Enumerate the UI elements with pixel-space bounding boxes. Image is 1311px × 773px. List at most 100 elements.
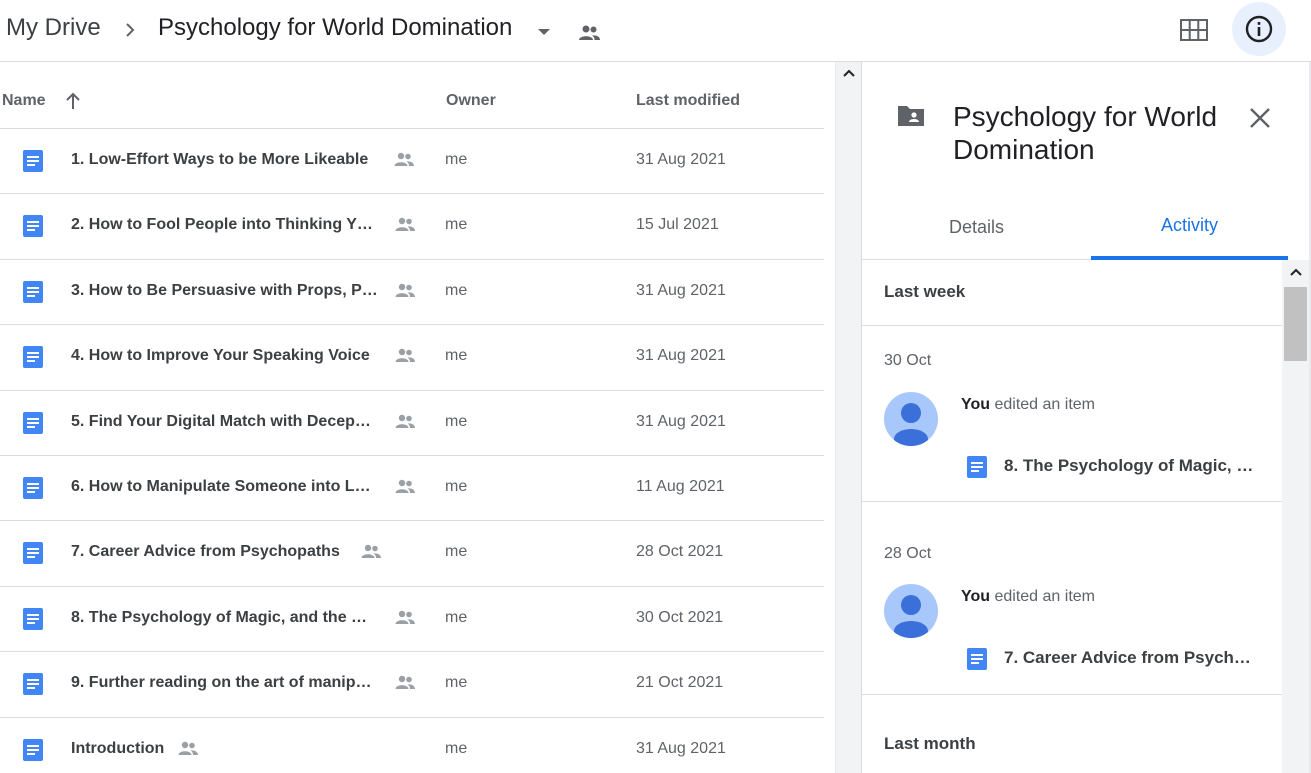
activity-scrollbar[interactable] [1282,260,1309,773]
file-last-modified: 31 Aug 2021 [636,281,726,299]
panel-title: Psychology for World Domination [953,101,1218,165]
scroll-up-icon[interactable] [841,66,857,82]
divider [862,501,1283,502]
chevron-right-icon [126,23,135,37]
file-owner: me [445,216,468,234]
file-last-modified: 31 Aug 2021 [636,739,726,757]
file-name[interactable]: Introduction [71,740,164,758]
section-header-last-week: Last week [884,282,966,301]
file-last-modified: 31 Aug 2021 [636,412,726,430]
table-row[interactable]: 1. Low-Effort Ways to be More Likeable me… [0,129,824,195]
google-docs-icon [967,648,987,670]
file-last-modified: 31 Aug 2021 [636,151,726,168]
file-list-scrollbar[interactable] [835,62,861,773]
file-name[interactable]: 7. Career Advice from Psychopaths [71,543,340,561]
divider [862,694,1283,695]
avatar [884,392,938,446]
divider [862,325,1283,326]
activity-date: 28 Oct [884,545,932,562]
panel-tabs: Details Activity [862,194,1288,260]
file-name[interactable]: 8. The Psychology of Magic, and the … [71,609,367,627]
file-owner: me [445,412,468,430]
table-row[interactable]: 4. How to Improve Your Speaking Voice me 3… [0,325,824,391]
table-row[interactable]: 8. The Psychology of Magic, and the … me 3… [0,587,824,653]
file-owner: me [445,608,468,626]
column-owner-header[interactable]: Owner [446,92,496,110]
table-row[interactable]: 5. Find Your Digital Match with Decep… me… [0,391,824,456]
file-name[interactable]: 3. How to Be Persuasive with Props, P… [71,282,378,300]
google-docs-icon [23,542,43,565]
scrollbar-thumb[interactable] [1284,287,1307,361]
activity-action: edited an item [990,396,1095,413]
breadcrumb-current-folder[interactable]: Psychology for World Domination [158,14,512,42]
user-avatar-icon [894,403,928,446]
breadcrumb-my-drive[interactable]: My Drive [6,14,101,42]
google-docs-icon [23,280,43,303]
file-owner: me [445,477,468,495]
google-docs-icon [23,738,43,761]
list-header: Name Owner Last modified [0,62,824,129]
table-row[interactable]: 7. Career Advice from Psychopaths me 28 Oc… [0,521,824,587]
file-last-modified: 30 Oct 2021 [636,608,724,626]
file-last-modified: 11 Aug 2021 [636,477,725,495]
file-name[interactable]: 5. Find Your Digital Match with Decep… [71,413,371,431]
file-owner: me [445,674,468,692]
close-icon[interactable] [1246,104,1274,132]
table-row[interactable]: Introduction me 31 Aug 2021 [0,718,824,773]
file-name[interactable]: 9. Further reading on the art of manip… [71,674,371,692]
file-list: Name Owner Last modified 1. Low-Effort W… [0,62,835,773]
file-last-modified: 31 Aug 2021 [636,347,726,365]
shared-people-icon [395,414,415,428]
activity-date: 30 Oct [884,352,932,369]
avatar [884,584,938,638]
shared-people-icon [395,675,415,690]
tab-details[interactable]: Details [862,194,1091,260]
scroll-up-icon[interactable] [1288,265,1304,281]
shared-people-icon [395,283,415,297]
activity-action: edited an item [990,588,1095,605]
google-docs-icon [23,476,43,499]
google-docs-icon [23,150,43,172]
activity-description: You edited an item [961,588,1095,606]
table-row[interactable]: 3. How to Be Persuasive with Props, P… me… [0,260,824,326]
activity-feed: Last week 30 Oct You edited an item 8. T… [862,260,1283,773]
file-owner: me [445,281,468,299]
shared-people-icon [395,479,415,493]
activity-actor: You [961,396,991,413]
file-rows: 1. Low-Effort Ways to be More Likeable me… [0,129,824,773]
shared-people-icon [178,741,198,755]
grid-view-button[interactable] [1172,10,1216,50]
activity-item-link[interactable]: 8. The Psychology of Magic, … [1004,456,1253,476]
shared-people-icon [395,218,415,232]
table-row[interactable]: 6. How to Manipulate Someone into L… me 11… [0,456,824,522]
file-last-modified: 15 Jul 2021 [636,216,719,234]
file-name[interactable]: 6. How to Manipulate Someone into L… [71,478,371,496]
section-header-last-month: Last month [884,734,976,753]
shared-people-icon [361,545,381,559]
shared-people-icon [579,25,600,40]
file-name[interactable]: 2. How to Fool People into Thinking Y… [71,216,373,234]
tab-activity[interactable]: Activity [1091,194,1288,260]
user-avatar-icon [894,595,928,638]
info-icon [1245,15,1273,43]
file-name[interactable]: 4. How to Improve Your Speaking Voice [71,347,370,365]
table-row[interactable]: 2. How to Fool People into Thinking Y… me… [0,194,824,260]
google-docs-icon [23,215,43,238]
view-details-button[interactable] [1232,2,1286,56]
column-last-modified-header[interactable]: Last modified [636,92,740,110]
google-docs-icon [23,346,43,369]
details-panel: Psychology for World Domination Details … [861,62,1311,773]
google-docs-icon [23,673,43,696]
top-bar: My Drive Psychology for World Domination [0,0,1311,62]
activity-actor: You [961,588,991,605]
table-row[interactable]: 9. Further reading on the art of manip… m… [0,652,824,718]
google-docs-icon [23,411,43,434]
column-name-header[interactable]: Name [2,92,46,110]
activity-item-link[interactable]: 7. Career Advice from Psych… [1004,648,1251,668]
file-name[interactable]: 1. Low-Effort Ways to be More Likeable [71,151,368,169]
caret-down-icon[interactable] [534,22,554,42]
google-docs-icon [23,607,43,630]
file-owner: me [445,739,468,757]
sort-ascending-icon[interactable] [62,90,84,112]
file-owner: me [445,347,468,365]
